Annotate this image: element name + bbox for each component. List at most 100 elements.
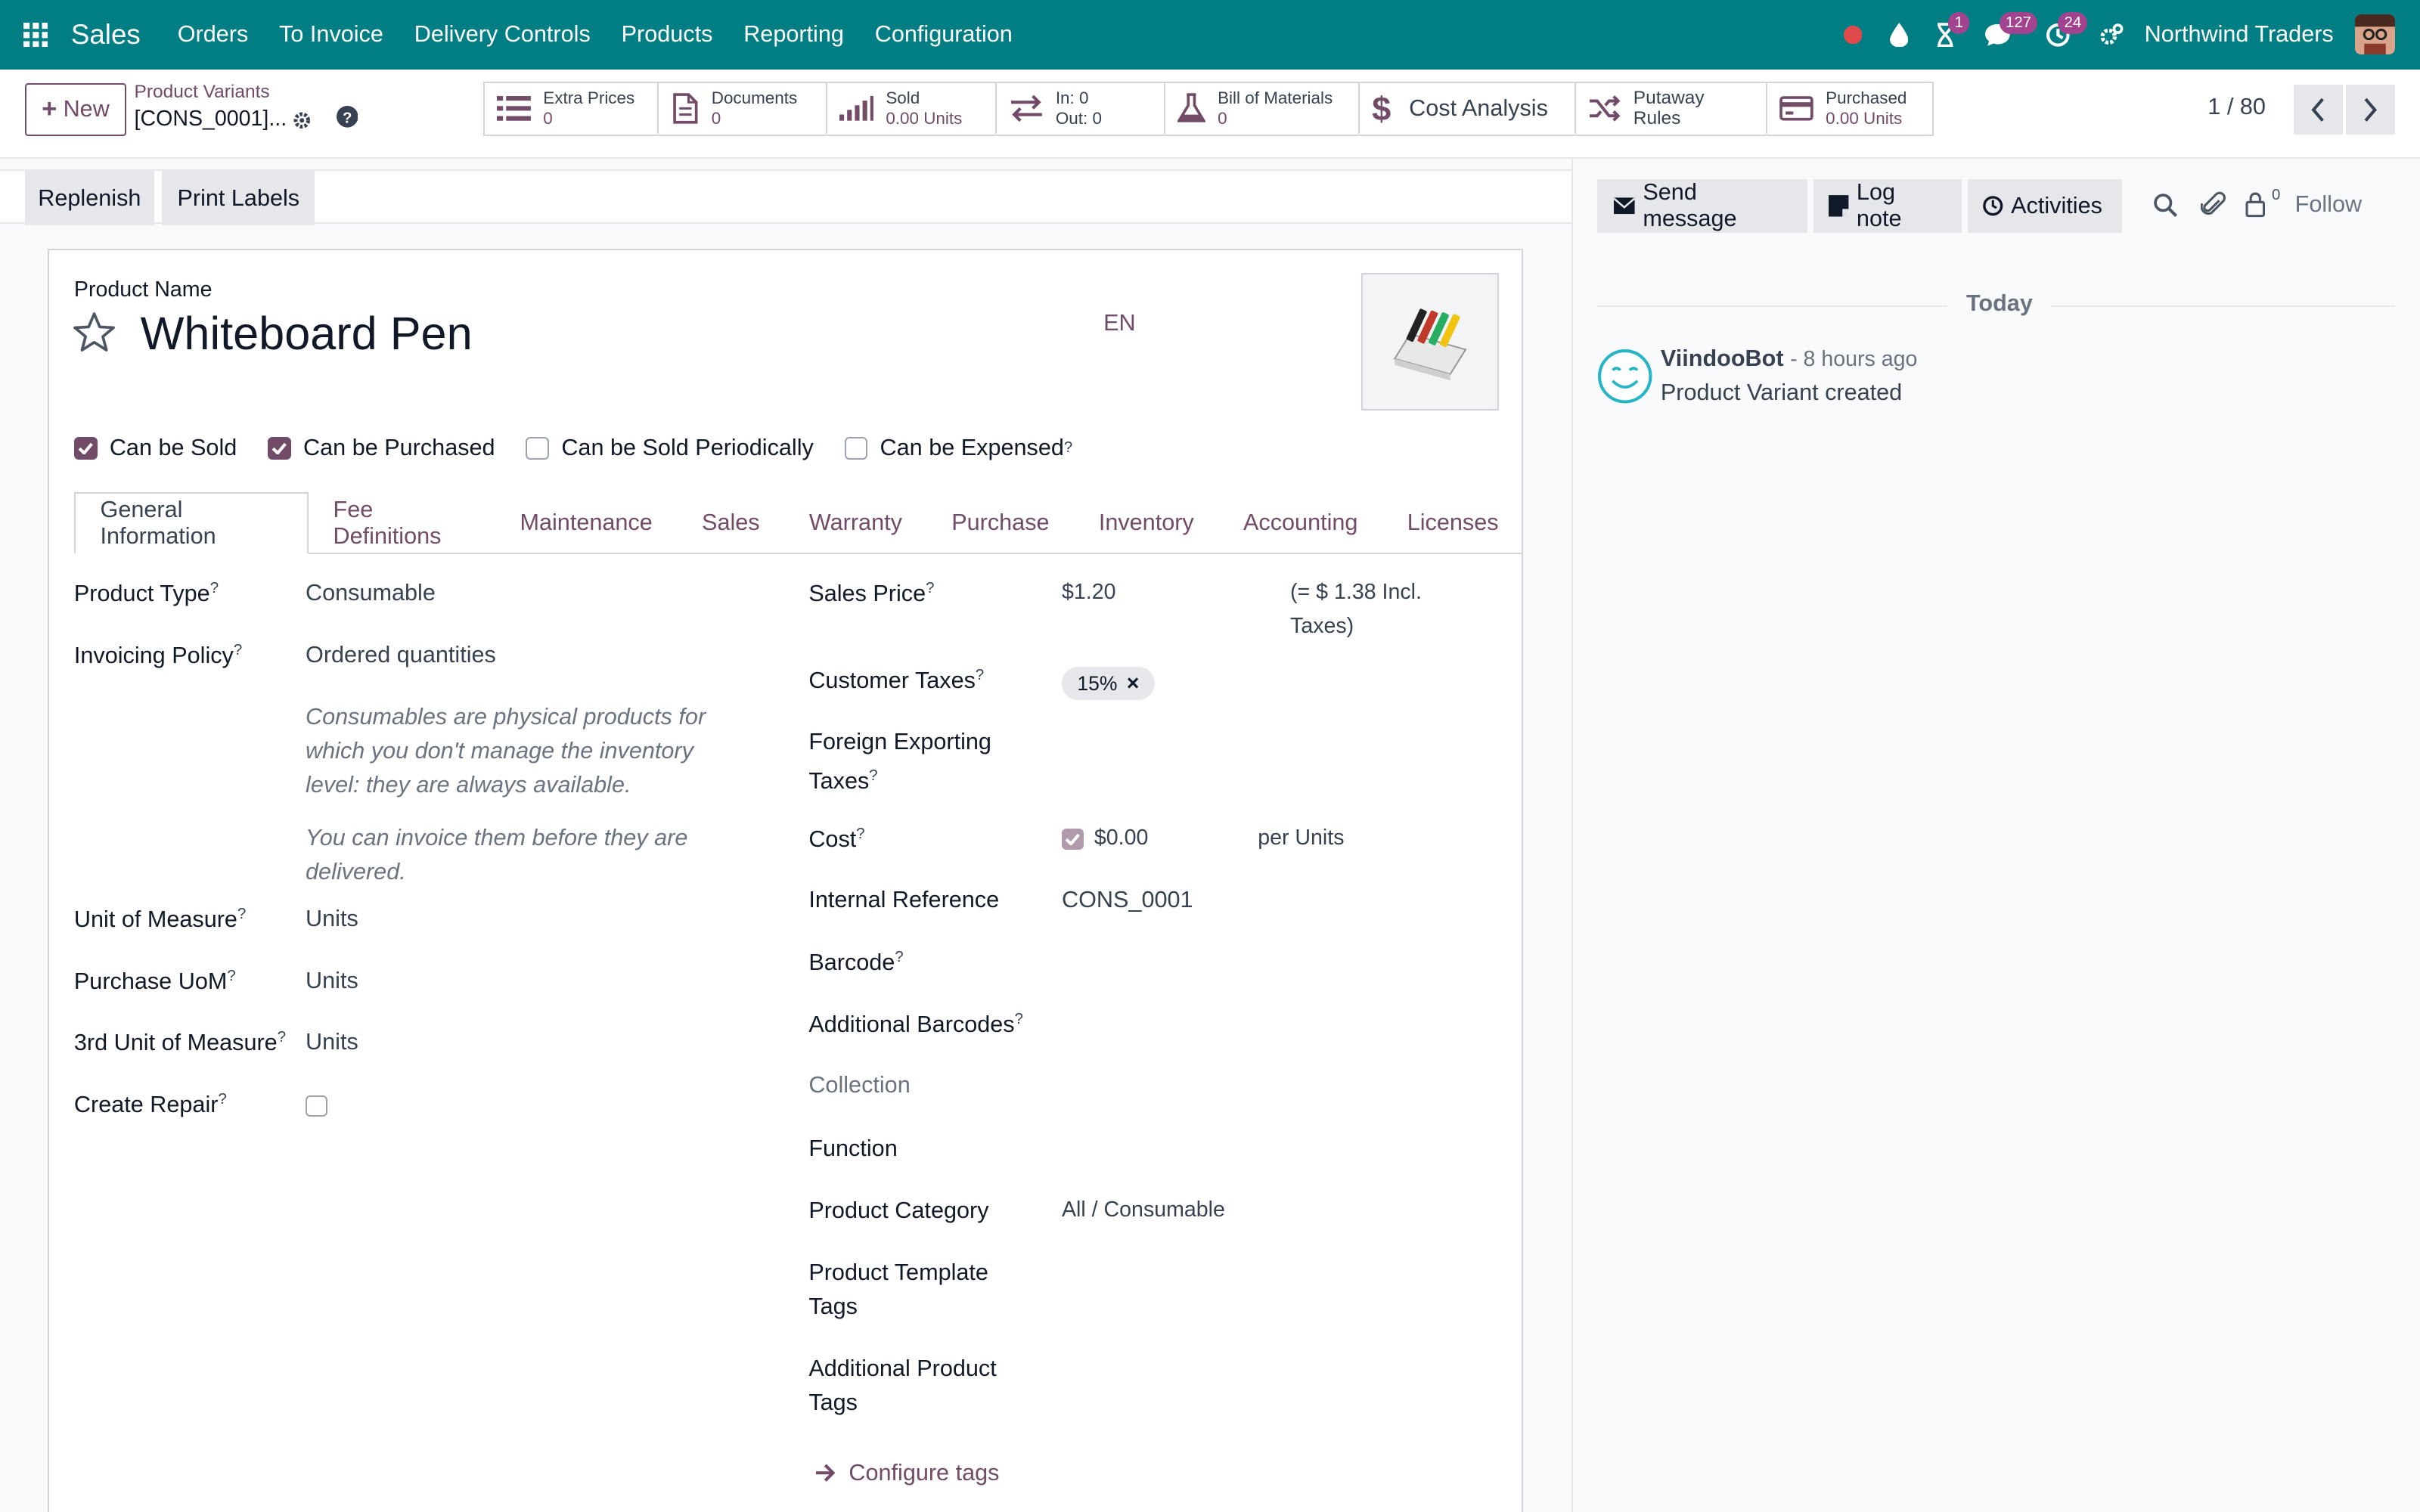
product-type-field[interactable]: Consumable xyxy=(306,580,436,606)
pager-next-button[interactable] xyxy=(2346,85,2396,135)
purchase-uom-field[interactable]: Units xyxy=(306,968,358,994)
can-be-sold-check[interactable]: Can be Sold xyxy=(73,435,237,461)
checkbox-empty-icon[interactable] xyxy=(526,436,549,460)
help-tooltip-icon[interactable]: ? xyxy=(856,826,864,842)
chevron-left-icon xyxy=(2311,98,2324,122)
cost-analysis-button[interactable]: $ Cost Analysis xyxy=(1360,83,1576,135)
follow-button[interactable]: Follow xyxy=(2295,191,2362,218)
send-message-label: Send message xyxy=(1643,179,1737,232)
message-time: - 8 hours ago xyxy=(1790,347,1918,372)
menu-delivery-controls[interactable]: Delivery Controls xyxy=(399,21,606,48)
language-button[interactable]: EN xyxy=(1103,310,1136,336)
chevron-right-icon xyxy=(2365,98,2378,122)
in-out-button[interactable]: In: 0 Out: 0 xyxy=(997,83,1165,135)
hourglass-icon[interactable]: 1 xyxy=(1922,0,1970,70)
help-tooltip-icon[interactable]: ? xyxy=(237,906,246,922)
tab-inventory[interactable]: Inventory xyxy=(1074,492,1218,554)
control-panel: + New Product Variants [CONS_0001]... ? … xyxy=(0,69,2420,160)
checkbox-empty-icon[interactable] xyxy=(844,436,868,460)
in-value: In: 0 xyxy=(1055,88,1089,108)
plus-icon: + xyxy=(42,94,57,124)
pager-counter[interactable]: 1 / 80 xyxy=(2207,94,2266,120)
purchased-button[interactable]: Purchased 0.00 Units xyxy=(1767,83,1932,134)
company-switcher[interactable]: Northwind Traders xyxy=(2145,21,2334,48)
send-message-button[interactable]: Send message xyxy=(1597,178,1807,234)
gear-icon[interactable] xyxy=(292,108,312,137)
sold-button[interactable]: Sold 0.00 Units xyxy=(827,83,997,135)
can-be-sold-periodically-check[interactable]: Can be Sold Periodically xyxy=(526,435,814,461)
recording-dot-icon[interactable] xyxy=(1829,0,1876,70)
help-tooltip-icon[interactable]: ? xyxy=(210,580,219,596)
pager-previous-button[interactable] xyxy=(2293,85,2343,135)
help-tooltip-icon[interactable]: ? xyxy=(895,949,903,965)
putaway-rules-button[interactable]: Putaway Rules xyxy=(1576,83,1767,135)
remove-tag-icon[interactable]: × xyxy=(1127,671,1140,696)
can-be-expensed-check[interactable]: Can be Expensed? xyxy=(844,435,1072,461)
dollar-icon: $ xyxy=(1372,88,1392,128)
product-category-field[interactable]: All / Consumable xyxy=(1062,1198,1225,1222)
checkbox-checked-icon[interactable] xyxy=(268,436,291,460)
messages-icon[interactable]: 127 xyxy=(1969,0,2038,70)
activities-button[interactable]: Activities xyxy=(1968,178,2123,234)
message-author[interactable]: ViindooBot xyxy=(1661,345,1784,371)
menu-orders[interactable]: Orders xyxy=(162,21,263,48)
can-be-purchased-check[interactable]: Can be Purchased xyxy=(268,435,495,461)
third-uom-field[interactable]: Units xyxy=(306,1029,358,1055)
menu-configuration[interactable]: Configuration xyxy=(859,21,1028,48)
tab-accounting[interactable]: Accounting xyxy=(1218,492,1382,554)
apps-menu-icon[interactable] xyxy=(0,0,71,70)
product-image[interactable] xyxy=(1360,273,1499,411)
tab-warranty[interactable]: Warranty xyxy=(784,492,926,554)
search-icon[interactable] xyxy=(2153,193,2178,224)
invoicing-policy-field[interactable]: Ordered quantities xyxy=(306,642,496,668)
configure-tags-link[interactable]: Configure tags xyxy=(814,1460,999,1486)
tab-maintenance[interactable]: Maintenance xyxy=(495,492,678,554)
product-name-field[interactable]: Whiteboard Pen xyxy=(141,307,473,360)
help-icon[interactable]: ? xyxy=(336,105,358,134)
arrow-right-icon xyxy=(816,1464,836,1482)
help-tooltip-icon[interactable]: ? xyxy=(869,767,877,784)
help-tooltip-icon[interactable]: ? xyxy=(926,580,934,596)
help-tooltip-icon[interactable]: ? xyxy=(1015,1011,1023,1027)
tab-licenses[interactable]: Licenses xyxy=(1382,492,1523,554)
customer-tax-tag[interactable]: 15% × xyxy=(1062,666,1155,701)
sales-price-field[interactable]: $1.20 xyxy=(1062,580,1115,605)
settings-icon[interactable] xyxy=(2089,0,2135,70)
paperclip-icon[interactable] xyxy=(2200,191,2226,225)
help-tooltip-icon[interactable]: ? xyxy=(976,667,984,683)
documents-value: 0 xyxy=(711,108,721,128)
new-button[interactable]: + New xyxy=(24,83,127,136)
tab-general-information[interactable]: General Information xyxy=(73,491,309,554)
favorite-star-icon[interactable] xyxy=(73,311,116,359)
bom-button[interactable]: Bill of Materials 0 xyxy=(1165,83,1360,135)
lock-icon[interactable] xyxy=(2245,191,2266,224)
help-tooltip-icon[interactable]: ? xyxy=(278,1029,286,1046)
checkbox-checked-icon[interactable] xyxy=(73,436,98,460)
help-tooltip-icon[interactable]: ? xyxy=(218,1091,226,1108)
breadcrumb-parent[interactable]: Product Variants xyxy=(135,82,270,103)
tab-purchase[interactable]: Purchase xyxy=(927,492,1075,554)
tab-sales[interactable]: Sales xyxy=(677,492,784,554)
internal-reference-field[interactable]: CONS_0001 xyxy=(1062,887,1193,913)
menu-reporting[interactable]: Reporting xyxy=(728,21,860,48)
help-tooltip-icon[interactable]: ? xyxy=(227,968,235,984)
uom-field[interactable]: Units xyxy=(306,906,358,932)
replenish-button[interactable]: Replenish xyxy=(24,171,155,225)
print-labels-button[interactable]: Print Labels xyxy=(162,171,315,225)
menu-to-invoice[interactable]: To Invoice xyxy=(264,21,399,48)
documents-button[interactable]: Documents 0 xyxy=(659,83,827,135)
log-note-button[interactable]: Log note xyxy=(1813,178,1962,234)
clock-icon[interactable]: 24 xyxy=(2028,0,2090,70)
help-tooltip-icon[interactable]: ? xyxy=(234,642,242,658)
drop-icon[interactable] xyxy=(1876,0,1922,70)
create-repair-checkbox[interactable] xyxy=(306,1095,327,1117)
invoicing-help-text: You can invoice them before they are del… xyxy=(306,824,688,885)
help-tooltip-icon[interactable]: ? xyxy=(1064,439,1072,457)
cost-checkbox[interactable] xyxy=(1062,828,1084,850)
menu-products[interactable]: Products xyxy=(606,21,728,48)
extra-prices-button[interactable]: Extra Prices 0 xyxy=(485,83,659,135)
user-avatar[interactable] xyxy=(2355,14,2396,55)
cost-field[interactable]: $0.00 xyxy=(1094,826,1148,850)
app-name[interactable]: Sales xyxy=(71,19,141,51)
tab-fee-definitions[interactable]: Fee Definitions xyxy=(309,492,495,554)
